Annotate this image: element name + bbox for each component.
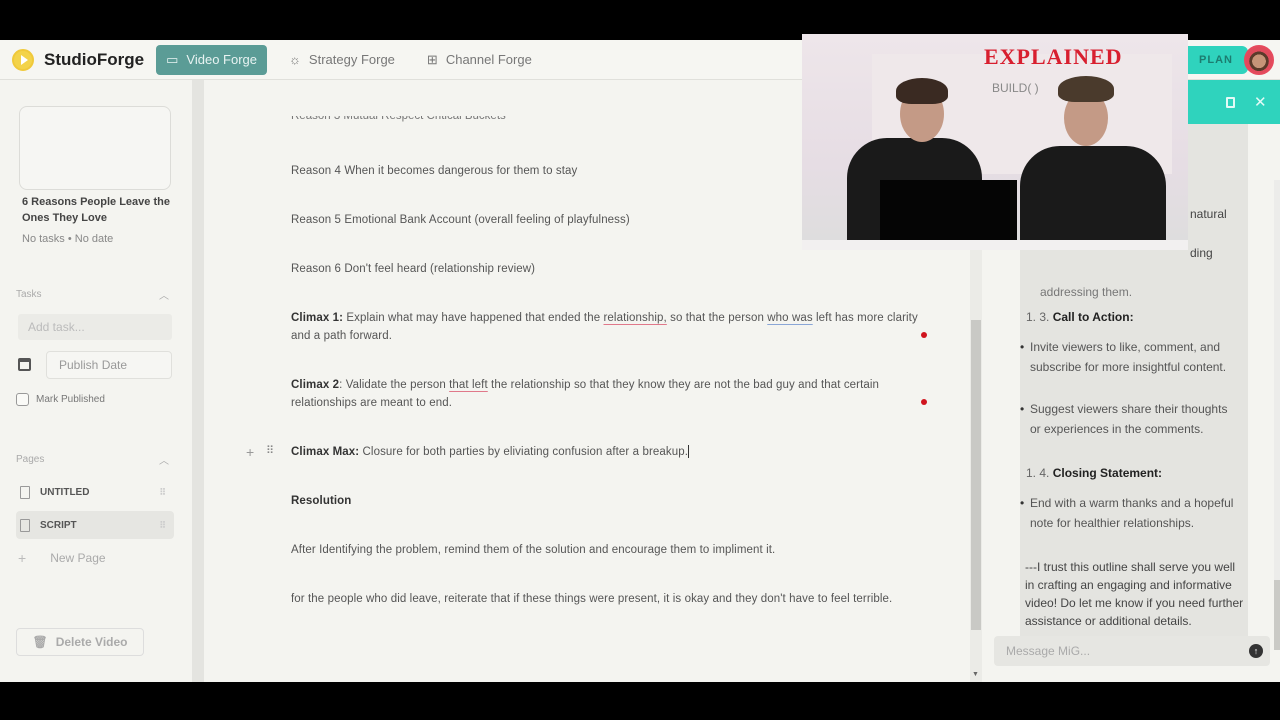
- paragraph-reason-6[interactable]: Reason 6 Don't feel heard (relationship …: [291, 260, 919, 278]
- trash-icon: 🗑: [32, 635, 48, 649]
- video-icon: ▭: [166, 51, 179, 67]
- message-input[interactable]: Message MiG...: [994, 636, 1270, 666]
- desk: [802, 240, 1188, 250]
- lightbulb-icon: ☼: [289, 52, 301, 67]
- nav-label: Strategy Forge: [308, 52, 395, 67]
- nav-label: Video Forge: [186, 52, 257, 67]
- closing-message: ---I trust this outline shall serve you …: [1025, 560, 1244, 628]
- paragraph-resolution-1[interactable]: After Identifying the problem, remind th…: [291, 541, 919, 559]
- list-title: Closing Statement:: [1052, 466, 1163, 480]
- message-fragment: ding: [1190, 246, 1213, 260]
- scrollbar-thumb[interactable]: [1274, 580, 1280, 650]
- chevron-up-icon[interactable]: ︿: [159, 452, 169, 467]
- send-icon[interactable]: ↑: [1249, 644, 1263, 658]
- list-heading: 1. 3. Call to Action:: [1026, 310, 1134, 324]
- logo[interactable]: StudioForge: [12, 48, 145, 71]
- climax-max-label: Climax Max:: [291, 446, 360, 458]
- video-title: 6 Reasons People Leave the Ones They Lov…: [22, 196, 170, 224]
- presenter-right: [1020, 146, 1166, 250]
- text: Closure for both parties by eliviating c…: [359, 446, 688, 458]
- add-block-icon[interactable]: +: [246, 444, 254, 460]
- new-page-button[interactable]: + New Page: [18, 550, 106, 566]
- paragraph-resolution-2[interactable]: for the people who did leave, reiterate …: [291, 590, 919, 608]
- publish-date-input[interactable]: Publish Date: [46, 351, 172, 379]
- text-cursor: [688, 445, 689, 459]
- video-thumbnail[interactable]: [19, 106, 171, 190]
- list-item: Invite viewers to like, comment, and sub…: [1020, 337, 1240, 377]
- user-avatar[interactable]: [1244, 45, 1274, 75]
- new-page-label: New Page: [50, 551, 106, 565]
- nav-label: Channel Forge: [445, 52, 532, 67]
- page-item-script[interactable]: SCRIPT ⠿: [16, 511, 174, 539]
- drag-handle-icon[interactable]: ⠿: [159, 487, 166, 498]
- play-logo-icon: [12, 48, 34, 71]
- text: Explain what may have happened that ende…: [343, 312, 604, 324]
- poster-title: EXPLAINED: [984, 44, 1123, 69]
- scroll-down-icon[interactable]: ▼: [972, 671, 979, 678]
- nav-channel-forge[interactable]: ⊞ Channel Forge: [417, 45, 542, 75]
- page-label: UNTITLED: [40, 486, 90, 498]
- list-heading: 1. 4. Closing Statement:: [1026, 466, 1162, 480]
- comment-marker[interactable]: [921, 332, 927, 338]
- webcam-overlay: EXPLAINED BUILD( ): [802, 34, 1188, 250]
- paragraph-climax-2[interactable]: Climax 2: Validate the person that left …: [291, 376, 919, 412]
- presenter-left-hair: [896, 78, 948, 104]
- video-meta: No tasks • No date: [22, 233, 114, 245]
- paragraph-climax-1[interactable]: Climax 1: Explain what may have happened…: [291, 309, 919, 345]
- heading-text: Resolution: [291, 495, 352, 507]
- paragraph-reason-3[interactable]: Reason 3 Mutual Respect Critical Buckets: [291, 116, 506, 125]
- list-number: 1. 4.: [1026, 466, 1050, 480]
- chevron-up-icon[interactable]: ︿: [159, 287, 169, 302]
- mark-published-label: Mark Published: [36, 394, 105, 405]
- grammar-flag[interactable]: who was: [767, 312, 812, 324]
- drag-handle-icon[interactable]: ⠿: [159, 520, 166, 531]
- spellcheck-flag[interactable]: relationship,: [604, 312, 667, 324]
- list-title: Call to Action:: [1052, 310, 1134, 324]
- tasks-section-label: Tasks: [16, 289, 42, 300]
- text: so that the person: [666, 312, 768, 324]
- message-fragment: natural: [1190, 207, 1227, 221]
- scrollbar-thumb[interactable]: [971, 320, 981, 630]
- drag-handle-icon[interactable]: ⠿: [266, 444, 274, 457]
- delete-label: Delete Video: [55, 635, 128, 649]
- plus-icon: +: [18, 550, 27, 566]
- spellcheck-flag[interactable]: that left: [449, 379, 488, 391]
- mark-published-checkbox[interactable]: [16, 393, 29, 406]
- message-fragment: addressing them.: [1040, 285, 1133, 299]
- page-label: SCRIPT: [40, 519, 77, 531]
- poster-subtitle: BUILD( ): [992, 81, 1039, 95]
- climax-1-label: Climax 1:: [291, 312, 344, 324]
- sidebar-divider: [192, 80, 204, 682]
- paragraph-climax-max[interactable]: Climax Max: Closure for both parties by …: [291, 443, 919, 461]
- heading-resolution: Resolution: [291, 492, 919, 510]
- calendar-icon[interactable]: [18, 358, 31, 371]
- document-icon: [20, 485, 30, 499]
- climax-2-label: Climax 2: [291, 379, 340, 391]
- text: : Validate the person: [339, 379, 450, 391]
- page-item-untitled[interactable]: UNTITLED ⠿: [16, 478, 174, 506]
- nav-strategy-forge[interactable]: ☼ Strategy Forge: [279, 45, 405, 75]
- app-name: StudioForge: [44, 49, 145, 69]
- grid-plus-icon: ⊞: [426, 51, 438, 67]
- presenter-right-hair: [1058, 76, 1114, 102]
- nav-video-forge[interactable]: ▭ Video Forge: [156, 44, 267, 75]
- list-number: 1. 3.: [1026, 310, 1050, 324]
- pin-icon[interactable]: [1226, 97, 1235, 108]
- delete-video-button[interactable]: 🗑 Delete Video: [16, 628, 144, 656]
- chat-scrollbar[interactable]: [1274, 180, 1280, 650]
- pages-section-label: Pages: [16, 454, 45, 465]
- document-icon: [20, 518, 30, 532]
- add-task-input[interactable]: Add task...: [18, 314, 172, 340]
- close-icon[interactable]: ✕: [1254, 93, 1267, 111]
- list-item: Suggest viewers share their thoughts or …: [1020, 399, 1240, 439]
- list-item: End with a warm thanks and a hopeful not…: [1020, 493, 1240, 533]
- comment-marker[interactable]: [921, 399, 927, 405]
